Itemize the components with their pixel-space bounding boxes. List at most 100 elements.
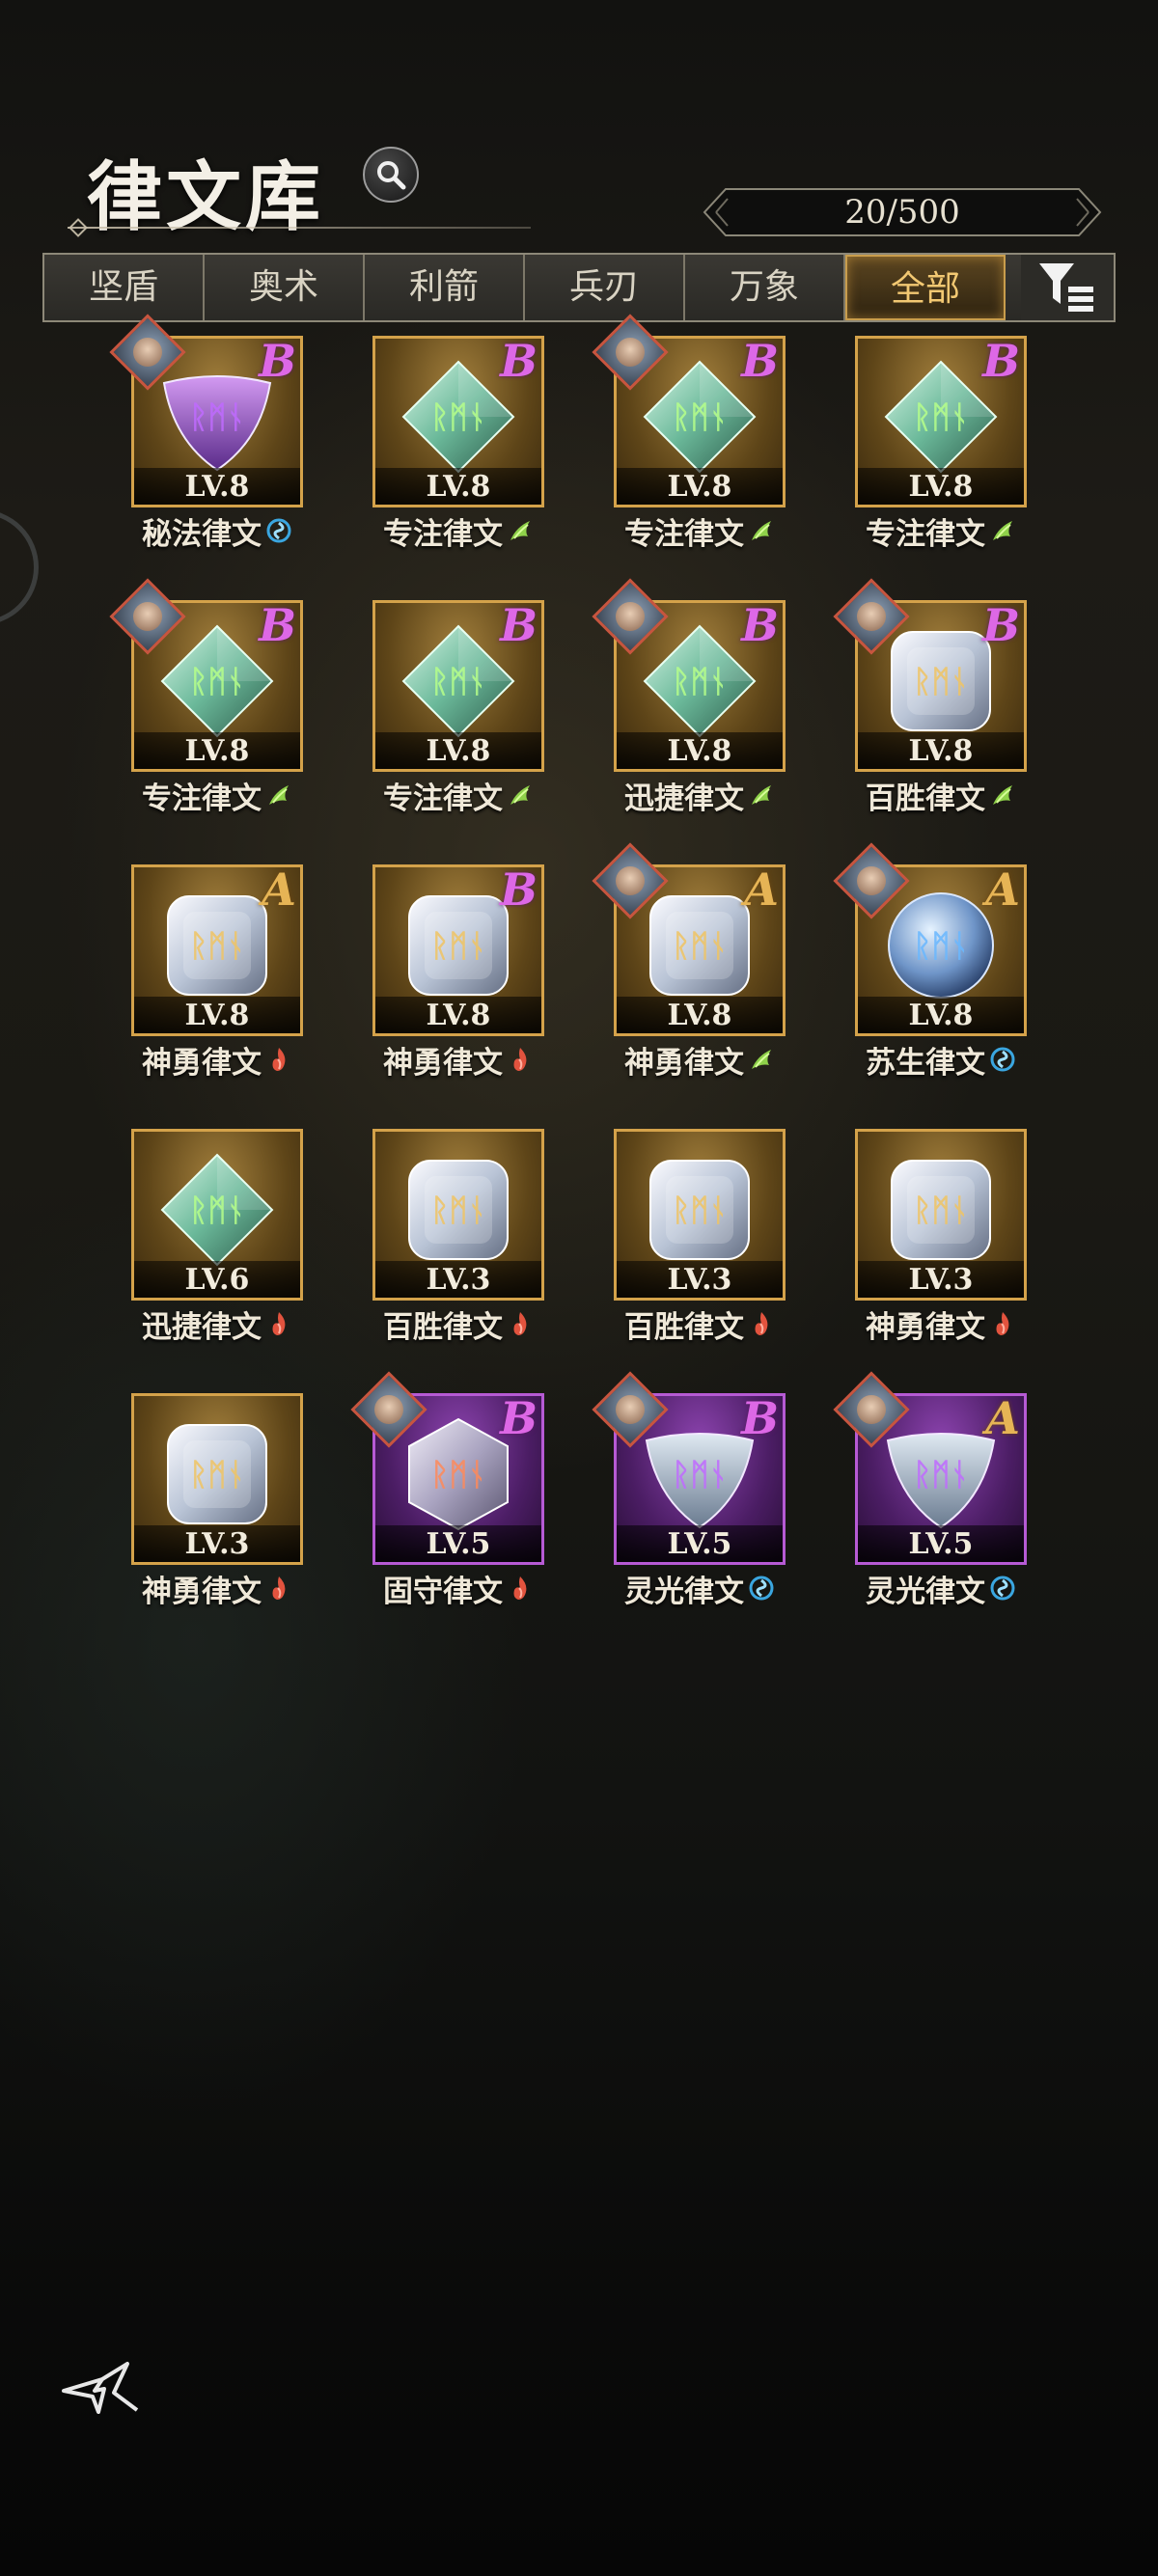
rune-grade-badge: B xyxy=(500,1392,538,1444)
hero-face-icon xyxy=(857,866,886,895)
rune-card[interactable]: ᚱᛗᚾ A LV.8 神勇律文 xyxy=(592,842,786,1081)
rune-level: LV.8 xyxy=(375,468,541,505)
tab-blade[interactable]: 兵刃 xyxy=(525,255,685,320)
rune-tile[interactable]: ᚱᛗᚾ B LV.8 xyxy=(592,578,786,772)
rune-name: 百胜律文 xyxy=(624,1309,744,1345)
wind-element-icon xyxy=(989,515,1016,546)
tab-arcane[interactable]: 奥术 xyxy=(205,255,365,320)
rune-name-row: 百胜律文 xyxy=(372,1306,544,1345)
rune-tile[interactable]: ᚱᛗᚾ LV.6 xyxy=(131,1129,303,1301)
rune-tile[interactable]: ᚱᛗᚾ LV.3 xyxy=(372,1129,544,1301)
fire-element-icon xyxy=(507,1044,534,1075)
rune-card[interactable]: ᚱᛗᚾ B LV.5 灵光律文 xyxy=(592,1371,786,1609)
rune-tile[interactable]: ᚱᛗᚾ B LV.8 xyxy=(372,600,544,772)
rune-card[interactable]: ᚱᛗᚾ B LV.8 秘法律文 xyxy=(109,314,303,552)
rune-level: LV.8 xyxy=(858,468,1024,505)
rune-card[interactable]: ᚱᛗᚾ LV.3 神勇律文 xyxy=(855,1129,1027,1345)
wind-element-icon xyxy=(989,780,1016,810)
rune-card[interactable]: ᚱᛗᚾ A LV.8 神勇律文 xyxy=(131,864,303,1081)
rune-tile[interactable]: ᚱᛗᚾ A LV.8 xyxy=(131,864,303,1036)
rune-level: LV.3 xyxy=(617,1261,783,1298)
wind-element-icon xyxy=(748,1044,775,1075)
svg-text:ᚱᛗᚾ: ᚱᛗᚾ xyxy=(913,927,969,964)
hero-face-icon xyxy=(133,338,162,367)
wind-element-icon xyxy=(748,780,775,810)
rune-card[interactable]: ᚱᛗᚾ LV.3 百胜律文 xyxy=(614,1129,786,1345)
rune-grade-badge: B xyxy=(982,335,1020,387)
rune-level: LV.3 xyxy=(134,1525,300,1562)
rune-card[interactable]: ᚱᛗᚾ B LV.8 专注律文 xyxy=(372,600,544,816)
water-element-icon xyxy=(748,1573,775,1603)
wind-element-icon xyxy=(265,780,292,810)
wind-element-icon xyxy=(507,780,534,810)
back-button[interactable] xyxy=(60,2354,147,2424)
svg-text:ᚱᛗᚾ: ᚱᛗᚾ xyxy=(430,398,486,435)
rune-tile[interactable]: ᚱᛗᚾ B LV.8 xyxy=(372,336,544,507)
rune-tile[interactable]: ᚱᛗᚾ LV.3 xyxy=(131,1393,303,1565)
rune-level: LV.3 xyxy=(375,1261,541,1298)
svg-text:ᚱᛗᚾ: ᚱᛗᚾ xyxy=(672,927,728,964)
rune-grade-badge: B xyxy=(982,599,1020,651)
rune-card[interactable]: ᚱᛗᚾ B LV.8 神勇律文 xyxy=(372,864,544,1081)
rune-tile[interactable]: ᚱᛗᚾ B LV.8 xyxy=(109,578,303,772)
inventory-count: 20/500 xyxy=(844,193,960,232)
rune-gem-icon: ᚱᛗᚾ xyxy=(637,1147,762,1276)
rune-grade-badge: A xyxy=(985,863,1020,916)
search-button[interactable] xyxy=(363,147,419,203)
tab-arrow[interactable]: 利箭 xyxy=(365,255,525,320)
rune-card[interactable]: ᚱᛗᚾ B LV.8 专注律文 xyxy=(592,314,786,552)
svg-text:ᚱᛗᚾ: ᚱᛗᚾ xyxy=(430,927,486,964)
rune-name-row: 百胜律文 xyxy=(614,1306,786,1345)
rune-card[interactable]: ᚱᛗᚾ LV.6 迅捷律文 xyxy=(131,1129,303,1345)
rune-tile[interactable]: ᚱᛗᚾ B LV.8 xyxy=(833,578,1027,772)
rune-tile[interactable]: ᚱᛗᚾ B LV.5 xyxy=(350,1371,544,1565)
hero-face-icon xyxy=(857,1395,886,1424)
svg-text:ᚱᛗᚾ: ᚱᛗᚾ xyxy=(430,1456,486,1493)
rune-card[interactable]: ᚱᛗᚾ LV.3 百胜律文 xyxy=(372,1129,544,1345)
rune-name-row: 专注律文 xyxy=(855,513,1027,552)
fire-element-icon xyxy=(507,1308,534,1339)
rune-name-row: 专注律文 xyxy=(372,513,544,552)
rune-gem-icon: ᚱᛗᚾ xyxy=(154,1411,280,1541)
rune-tile[interactable]: ᚱᛗᚾ B LV.8 xyxy=(855,336,1027,507)
rune-card[interactable]: ᚱᛗᚾ B LV.5 固守律文 xyxy=(350,1371,544,1609)
tab-all[interactable]: 全部 xyxy=(845,255,1006,320)
rune-level: LV.8 xyxy=(134,997,300,1033)
rune-name-row: 神勇律文 xyxy=(855,1306,1027,1345)
rune-level: LV.8 xyxy=(858,997,1024,1033)
rune-level: LV.5 xyxy=(617,1525,783,1562)
rune-name-row: 迅捷律文 xyxy=(614,778,786,816)
rune-tile[interactable]: ᚱᛗᚾ LV.3 xyxy=(855,1129,1027,1301)
fire-element-icon xyxy=(265,1308,292,1339)
rune-tile[interactable]: ᚱᛗᚾ B LV.8 xyxy=(592,314,786,507)
rune-tile[interactable]: ᚱᛗᚾ A LV.8 xyxy=(833,842,1027,1036)
rune-card[interactable]: ᚱᛗᚾ LV.3 神勇律文 xyxy=(131,1393,303,1609)
rune-tile[interactable]: ᚱᛗᚾ A LV.5 xyxy=(833,1371,1027,1565)
rune-card[interactable]: ᚱᛗᚾ B LV.8 专注律文 xyxy=(372,336,544,552)
rune-card[interactable]: ᚱᛗᚾ B LV.8 专注律文 xyxy=(855,336,1027,552)
tab-shield[interactable]: 坚盾 xyxy=(44,255,205,320)
rune-tile[interactable]: ᚱᛗᚾ B LV.5 xyxy=(592,1371,786,1565)
rune-card[interactable]: ᚱᛗᚾ B LV.8 专注律文 xyxy=(109,578,303,816)
rune-card[interactable]: ᚱᛗᚾ B LV.8 迅捷律文 xyxy=(592,578,786,816)
rune-tile[interactable]: ᚱᛗᚾ LV.3 xyxy=(614,1129,786,1301)
svg-text:ᚱᛗᚾ: ᚱᛗᚾ xyxy=(672,663,728,699)
rune-tile[interactable]: ᚱᛗᚾ B LV.8 xyxy=(109,314,303,507)
rune-card[interactable]: ᚱᛗᚾ A LV.8 苏生律文 xyxy=(833,842,1027,1081)
rune-card[interactable]: ᚱᛗᚾ A LV.5 灵光律文 xyxy=(833,1371,1027,1609)
rune-tile[interactable]: ᚱᛗᚾ B LV.8 xyxy=(372,864,544,1036)
funnel-list-icon xyxy=(1039,263,1093,312)
rune-level: LV.6 xyxy=(134,1261,300,1298)
water-element-icon xyxy=(265,515,292,546)
svg-text:ᚱᛗᚾ: ᚱᛗᚾ xyxy=(189,1192,245,1228)
rune-grade-badge: B xyxy=(741,335,779,387)
rune-grade-badge: A xyxy=(262,863,296,916)
rune-name: 专注律文 xyxy=(866,516,985,552)
rune-card[interactable]: ᚱᛗᚾ B LV.8 百胜律文 xyxy=(833,578,1027,816)
tab-universal[interactable]: 万象 xyxy=(685,255,845,320)
inventory-counter: 20/500 xyxy=(703,187,1102,237)
rune-tile[interactable]: ᚱᛗᚾ A LV.8 xyxy=(592,842,786,1036)
filter-button[interactable] xyxy=(1021,255,1114,320)
side-drawer-handle[interactable] xyxy=(0,509,39,625)
rune-name: 百胜律文 xyxy=(866,781,985,816)
